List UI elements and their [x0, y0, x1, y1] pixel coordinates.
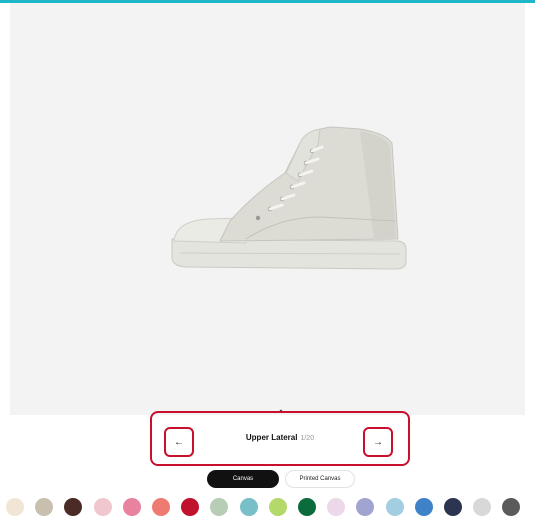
- view-count: 1/20: [300, 435, 315, 442]
- color-swatch[interactable]: [268, 498, 287, 516]
- customizer-page: ⌃ ← Upper Lateral 1/20 → Canvas Printed C…: [0, 0, 535, 528]
- arrow-right-icon: →: [373, 436, 383, 448]
- high-top-sneaker-image: [171, 126, 407, 270]
- color-swatch[interactable]: [35, 498, 54, 516]
- color-swatch[interactable]: [298, 498, 316, 516]
- color-swatch[interactable]: [122, 498, 141, 516]
- color-swatch[interactable]: [93, 498, 112, 516]
- color-swatch[interactable]: [152, 498, 170, 516]
- view-name: Upper Lateral: [245, 433, 298, 442]
- product-preview: [10, 3, 525, 415]
- color-swatch[interactable]: [327, 498, 346, 516]
- color-swatch[interactable]: [6, 498, 24, 516]
- material-tabs: Canvas Printed Canvas: [207, 470, 355, 488]
- next-view-button[interactable]: →: [363, 427, 393, 457]
- color-swatch[interactable]: [385, 498, 404, 516]
- color-swatch[interactable]: [239, 498, 258, 516]
- tab-canvas[interactable]: Canvas: [207, 470, 279, 488]
- color-swatch[interactable]: [414, 498, 433, 516]
- color-swatch[interactable]: [181, 498, 200, 516]
- color-swatch[interactable]: [64, 498, 83, 516]
- color-swatch[interactable]: [502, 498, 521, 516]
- color-swatch[interactable]: [356, 498, 375, 516]
- color-swatch[interactable]: [210, 498, 229, 516]
- color-swatch[interactable]: [473, 498, 492, 516]
- tab-printed-canvas[interactable]: Printed Canvas: [285, 470, 355, 488]
- color-swatch[interactable]: [444, 498, 462, 516]
- previous-view-button[interactable]: ←: [164, 427, 194, 457]
- view-navigator: ← Upper Lateral 1/20 →: [150, 411, 410, 466]
- color-swatch-row: [0, 498, 535, 520]
